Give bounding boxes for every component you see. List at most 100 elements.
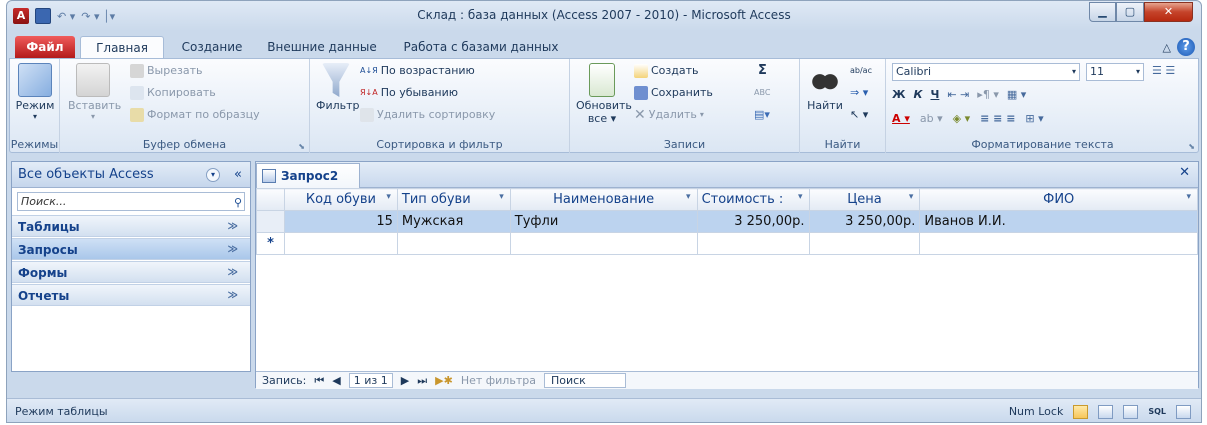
chevron-down-icon[interactable]: ▾ [1186, 192, 1191, 202]
dialog-launcher-icon[interactable]: ⬊ [1188, 142, 1195, 151]
minimize-button[interactable]: ▁ [1089, 2, 1116, 22]
nav-section-queries[interactable]: Запросы ≫ [12, 238, 250, 260]
column-header[interactable]: Цена ▾ [808, 188, 921, 211]
help-icon[interactable]: ? [1177, 38, 1195, 56]
align-buttons[interactable]: ≡ ≡ ≡ [980, 109, 1015, 129]
gridlines-button[interactable]: ▦ ▾ [1007, 85, 1026, 105]
dialog-launcher-icon[interactable]: ⬊ [298, 142, 305, 151]
format-painter-button[interactable]: Формат по образцу [130, 105, 260, 125]
table-cell[interactable] [509, 232, 698, 255]
tab-file[interactable]: Файл [15, 36, 75, 58]
table-cell[interactable]: Иванов И.И. [919, 210, 1198, 233]
chevron-down-icon[interactable]: ▾ [798, 192, 803, 202]
copy-button[interactable]: Копировать [130, 83, 216, 103]
find-button[interactable]: Найти [806, 63, 844, 112]
first-record-icon[interactable]: ⏮ [314, 374, 324, 388]
record-selector[interactable] [256, 210, 285, 233]
previous-record-icon[interactable]: ◀ [332, 374, 340, 387]
nav-pane-header[interactable]: Все объекты Access ▾ « [12, 162, 250, 188]
sql-view-icon[interactable]: SQL [1148, 399, 1166, 422]
table-row[interactable]: 15 Мужская Туфли 3 250,00р. 3 250,00р. И… [256, 210, 1198, 233]
italic-button[interactable]: К [913, 85, 922, 105]
no-filter-button[interactable]: Нет фильтра [461, 374, 536, 387]
column-header[interactable]: Тип обуви ▾ [396, 188, 511, 211]
datasheet-view-icon[interactable] [1073, 404, 1089, 419]
more-button[interactable]: ▤▾ [754, 105, 770, 125]
filter-button[interactable]: Фильтр [316, 63, 360, 112]
font-color-button[interactable]: A ▾ [892, 109, 910, 129]
nav-section-forms[interactable]: Формы ≫ [12, 261, 250, 283]
nav-section-tables[interactable]: Таблицы ≫ [12, 215, 250, 237]
table-cell[interactable] [808, 232, 921, 255]
table-cell[interactable]: 3 250,00р. [696, 210, 810, 233]
document-tab-query2[interactable]: Запрос2 [256, 163, 360, 188]
delete-record-button[interactable]: ✕ Удалить ▾ [634, 105, 704, 125]
borders-button[interactable]: ⊞ ▾ [1025, 109, 1043, 129]
tab-home[interactable]: Главная [80, 36, 164, 59]
table-cell[interactable] [696, 232, 810, 255]
table-cell[interactable] [396, 232, 511, 255]
close-document-icon[interactable]: ✕ [1179, 165, 1190, 180]
new-record-marker[interactable]: * [256, 232, 285, 255]
column-header[interactable]: ФИО ▾ [919, 188, 1198, 211]
last-record-icon[interactable]: ⏭ [417, 374, 427, 388]
minimize-ribbon-icon[interactable]: △ [1163, 41, 1171, 54]
table-cell[interactable]: 3 250,00р. [808, 210, 921, 233]
replace-button[interactable]: ab/ac [850, 61, 872, 81]
indent-buttons[interactable]: ⇤ ⇥ [947, 85, 969, 105]
design-view-icon[interactable] [1176, 404, 1191, 419]
column-header[interactable]: Код обуви ▾ [283, 188, 398, 211]
new-record-icon[interactable]: ▶✱ [435, 374, 453, 387]
table-cell[interactable]: 15 [283, 210, 398, 233]
column-header[interactable]: Наименование ▾ [509, 188, 698, 211]
paste-button[interactable]: Вставить ▾ [68, 63, 121, 121]
search-icon[interactable]: ⚲ [234, 194, 242, 211]
tab-create[interactable]: Создание [170, 36, 254, 58]
goto-button[interactable]: ⇒ ▾ [850, 83, 868, 103]
remove-sort-button[interactable]: Удалить сортировку [360, 105, 495, 125]
collapse-icon[interactable]: « [234, 162, 242, 188]
cut-button[interactable]: Вырезать [130, 61, 202, 81]
spelling-button[interactable]: ABC [754, 83, 770, 103]
next-record-icon[interactable]: ▶ [401, 374, 409, 387]
totals-button[interactable]: Σ [758, 61, 767, 81]
record-position-input[interactable]: 1 из 1 [348, 373, 393, 388]
chevron-down-icon[interactable]: ▾ [386, 192, 391, 202]
close-button[interactable]: ✕ [1144, 2, 1193, 22]
column-header[interactable]: Стоимость : ▾ [696, 188, 810, 211]
list-buttons[interactable]: ☰ ☰ [1152, 61, 1175, 81]
table-cell[interactable] [283, 232, 398, 255]
font-size-select[interactable]: 11 ▾ [1086, 63, 1144, 81]
fill-color-button[interactable]: ◈ ▾ [953, 109, 970, 129]
select-button[interactable]: ↖ ▾ [850, 105, 868, 125]
highlight-button[interactable]: ab ▾ [920, 109, 943, 129]
pivot-chart-view-icon[interactable] [1123, 404, 1139, 419]
new-record-button[interactable]: Создать [634, 61, 699, 81]
underline-button[interactable]: Ч [930, 85, 939, 105]
select-all-corner[interactable] [256, 188, 285, 211]
bold-button[interactable]: Ж [892, 85, 905, 105]
record-search-input[interactable]: Поиск [543, 373, 626, 388]
paragraph-direction-button[interactable]: ▸¶ ▾ [977, 85, 999, 105]
tab-database-tools[interactable]: Работа с базами данных [395, 36, 567, 58]
nav-section-reports[interactable]: Отчеты ≫ [12, 284, 250, 306]
sort-ascending-button[interactable]: А↓Я По возрастанию [360, 61, 475, 81]
nav-search-input[interactable]: Поиск... ⚲ [17, 192, 245, 211]
save-record-button[interactable]: Сохранить [634, 83, 713, 103]
chevron-down-icon[interactable]: ▾ [909, 192, 914, 202]
chevron-down-icon[interactable]: ▾ [686, 192, 691, 202]
font-select[interactable]: Calibri ▾ [892, 63, 1080, 81]
refresh-all-button[interactable]: Обновить все ▾ [576, 63, 632, 125]
pivot-table-view-icon[interactable] [1098, 404, 1114, 419]
delete-icon: ✕ [634, 107, 646, 123]
sort-descending-button[interactable]: Я↓А По убыванию [360, 83, 458, 103]
table-cell[interactable] [919, 232, 1198, 255]
chevron-down-icon[interactable]: ▾ [499, 192, 504, 202]
table-cell[interactable]: Мужская [396, 210, 511, 233]
table-cell[interactable]: Туфли [509, 210, 698, 233]
maximize-button[interactable]: ▢ [1116, 2, 1144, 22]
view-button[interactable]: Режим ▾ [14, 63, 56, 121]
new-record-row[interactable]: * [256, 232, 1198, 255]
nav-menu-icon[interactable]: ▾ [206, 168, 220, 182]
tab-external-data[interactable]: Внешние данные [257, 36, 387, 58]
